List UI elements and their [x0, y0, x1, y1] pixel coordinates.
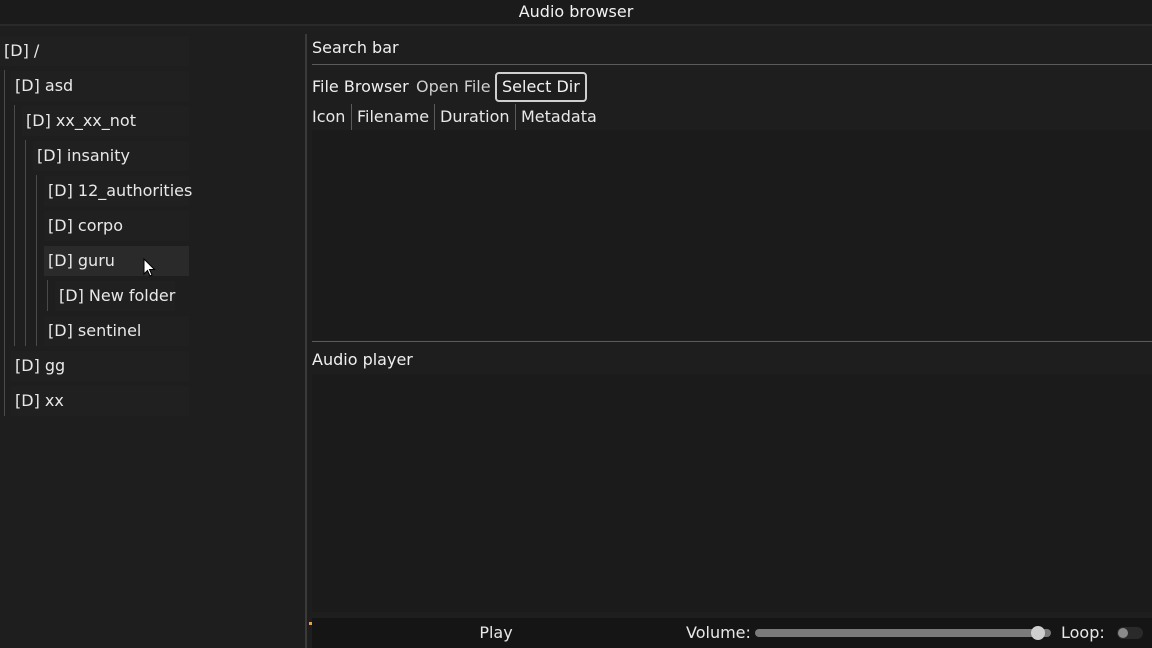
tree-item-asd[interactable]: [D] asd [11, 71, 189, 101]
column-separator[interactable] [351, 104, 352, 130]
tree-item-insanity[interactable]: [D] insanity [33, 141, 189, 171]
tree-item-sentinel[interactable]: [D] sentinel [44, 316, 189, 346]
tree-item-new-folder[interactable]: [D] New folder [55, 281, 175, 311]
column-separator[interactable] [515, 104, 516, 130]
tree-item-guru[interactable]: [D] guru [44, 246, 189, 276]
audio-player-label: Audio player [312, 350, 413, 369]
column-header-duration[interactable]: Duration [440, 104, 510, 130]
player-controls: Play Volume: Loop: [312, 618, 1152, 648]
column-separator[interactable] [434, 104, 435, 130]
tree-item-gg[interactable]: [D] gg [11, 351, 189, 381]
loop-toggle[interactable] [1117, 627, 1143, 639]
volume-slider[interactable] [755, 626, 1051, 640]
tree-guide [14, 105, 15, 346]
main-panel: Search bar File Browser Open File Select… [312, 34, 1152, 648]
tab-select-dir[interactable]: Select Dir [495, 72, 587, 102]
titlebar-divider [0, 24, 1152, 26]
tab-open-file[interactable]: Open File [416, 72, 491, 102]
tree-guide [4, 70, 5, 416]
column-header-filename[interactable]: Filename [357, 104, 429, 130]
window-title: Audio browser [0, 0, 1152, 24]
panel-splitter[interactable] [305, 34, 307, 648]
search-bar-divider [312, 64, 1152, 65]
loop-toggle-knob [1118, 628, 1128, 638]
tab-file-browser[interactable]: File Browser [312, 72, 409, 102]
tree-item-corpo[interactable]: [D] corpo [44, 211, 189, 241]
tree-item-root[interactable]: [D] / [0, 36, 189, 66]
audio-player-divider [312, 341, 1152, 342]
tree-guide [36, 175, 37, 346]
search-bar-label: Search bar [312, 38, 399, 57]
column-header-metadata[interactable]: Metadata [521, 104, 597, 130]
tree-item-xx[interactable]: [D] xx [11, 386, 189, 416]
mouse-cursor-icon [143, 258, 156, 277]
play-button[interactable]: Play [312, 618, 680, 648]
tree-guide [47, 280, 48, 311]
loop-label: Loop: [1061, 623, 1105, 642]
tree-item-xx-xx-not[interactable]: [D] xx_xx_not [22, 106, 189, 136]
volume-slider-handle[interactable] [1031, 626, 1045, 640]
tree-guide [25, 140, 26, 346]
volume-label: Volume: [686, 623, 751, 642]
column-header-icon[interactable]: Icon [312, 104, 345, 130]
tree-item-12-authorities[interactable]: [D] 12_authorities [44, 176, 192, 206]
file-list-area[interactable] [312, 130, 1152, 340]
audio-player-area [312, 374, 1152, 612]
directory-tree: [D] / [D] asd [D] xx_xx_not [D] insanity… [0, 34, 302, 648]
